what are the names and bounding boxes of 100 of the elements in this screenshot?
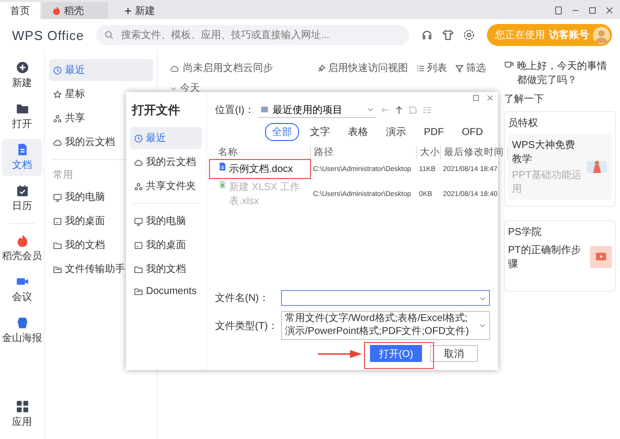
rail-item[interactable]: 新建	[2, 57, 42, 94]
close-icon	[486, 94, 494, 102]
section-heading: 常用	[52, 168, 74, 183]
promo-headline: WPS大神免费教学	[512, 138, 576, 166]
location-label: 位置(I)：	[215, 104, 254, 117]
document-icon	[218, 162, 227, 171]
search-field[interactable]: 搜索文件、模板、应用、技巧或直接输入网址...	[96, 25, 409, 45]
headset-icon	[421, 29, 433, 41]
rail-item[interactable]: 金山海报	[2, 312, 42, 349]
chevron-down-icon	[170, 84, 177, 92]
folder-icon	[134, 264, 143, 274]
tab[interactable]: 首页	[0, 2, 40, 19]
flame-icon	[52, 6, 61, 15]
maximize-icon	[588, 6, 597, 15]
people-icon	[134, 182, 143, 190]
filter-tab[interactable]: PDF	[416, 123, 451, 141]
shirt-icon	[442, 29, 454, 41]
monitor-icon	[134, 216, 143, 226]
folder-icon	[53, 264, 62, 274]
rail-item[interactable]: 稻壳会员	[2, 230, 42, 267]
up-arrow-icon	[394, 105, 404, 115]
open-button[interactable]: 打开(O)	[370, 345, 422, 362]
folder-icon	[16, 102, 28, 115]
rail-item[interactable]: 文档	[2, 139, 42, 176]
place-item[interactable]: 我的云文档	[130, 151, 202, 173]
rail-item[interactable]: 打开	[2, 98, 42, 135]
cup-icon	[504, 59, 514, 69]
chevron-down-icon	[479, 322, 486, 329]
desktop-icon	[53, 216, 62, 226]
place-item[interactable]: Documents	[130, 282, 202, 301]
place-item[interactable]: 最近	[130, 127, 202, 149]
monitor-icon	[53, 192, 62, 202]
filter-tab[interactable]: 文字	[302, 123, 337, 141]
cloud-icon	[53, 138, 62, 146]
pin-icon	[317, 64, 326, 72]
rail-item[interactable]: 会议	[2, 271, 42, 308]
list-view-button[interactable]: 列表	[414, 61, 449, 75]
avatar-icon	[593, 26, 610, 44]
new-tab-button[interactable]: 新建	[114, 2, 165, 19]
column-header[interactable]: 最后修改时间	[441, 146, 508, 159]
flame-icon	[16, 234, 28, 247]
filter-tab[interactable]: 全部	[264, 123, 299, 141]
plus-icon	[124, 6, 132, 14]
chevron-down-icon	[367, 106, 374, 113]
cloud-icon	[170, 64, 179, 72]
list-icon	[416, 64, 425, 72]
document-icon	[16, 143, 28, 156]
filter-tab[interactable]: OFD	[454, 123, 490, 141]
file-name-label: 文件名(N)：	[215, 292, 270, 305]
recent-folder-icon	[260, 105, 270, 114]
plus-circle-icon	[16, 61, 28, 74]
view-icon	[422, 105, 432, 115]
tablet-icon	[554, 6, 563, 15]
place-item[interactable]: 共享文件夹	[130, 175, 202, 197]
filter-icon	[455, 64, 464, 72]
tab[interactable]: 稻壳	[42, 2, 108, 19]
file-name[interactable]: 示例文档.docx	[215, 161, 311, 177]
clock-icon	[134, 134, 143, 142]
spreadsheet-icon	[218, 180, 227, 189]
search-icon	[104, 30, 114, 40]
group-heading: 今天	[180, 82, 200, 95]
filter-button[interactable]: 筛选	[453, 61, 488, 75]
column-header[interactable]: 大小	[417, 146, 441, 159]
cancel-button[interactable]: 取消	[430, 345, 478, 362]
place-item[interactable]: 我的电脑	[130, 210, 202, 232]
promo-subtitle: PPT基础功能运用	[512, 168, 582, 196]
grid-icon	[16, 400, 28, 413]
maximize-icon	[472, 94, 480, 102]
file-type-dropdown[interactable]: 常用文件(文字/Word格式;表格/Excel格式;演示/PowerPoint格式;PDF文件;OFD文件)	[281, 311, 490, 340]
nav-item[interactable]: 最近	[49, 59, 153, 81]
settings-icon	[463, 29, 475, 41]
apps-button[interactable]: 应用	[2, 396, 42, 433]
dialog-title: 打开文件	[130, 102, 181, 119]
sync-notice: 尚未启用文档云同步	[183, 62, 273, 75]
new-folder-icon	[408, 105, 418, 115]
cloud-icon	[134, 158, 143, 166]
star-icon	[53, 90, 62, 98]
clock-icon	[53, 66, 62, 74]
file-type-label: 文件类型(T)：	[215, 320, 277, 332]
place-item[interactable]: 我的桌面	[130, 234, 202, 256]
place-item[interactable]: 我的文档	[130, 258, 202, 280]
learn-more-link[interactable]: 了解一下	[504, 92, 616, 106]
close-icon	[605, 6, 614, 15]
desktop-icon	[134, 240, 143, 250]
pointer-arrow	[318, 350, 362, 358]
nav-item[interactable]: 星标	[49, 83, 153, 105]
calendar-icon	[16, 184, 28, 197]
greeting: 晚上好，今天的事情都做完了吗？	[517, 60, 608, 87]
course-title: PT的正确制作步骤	[508, 244, 582, 271]
file-name-field[interactable]	[281, 290, 490, 306]
folder-icon	[134, 287, 143, 296]
quick-access-button[interactable]: 启用快速访问视图	[315, 61, 410, 75]
card-title: PS学院	[508, 226, 542, 239]
filter-tab[interactable]: 表格	[340, 123, 375, 141]
location-dropdown[interactable]: 最近使用的项目	[258, 102, 376, 118]
column-header[interactable]: 路径	[311, 146, 417, 159]
card-title: 员特权	[508, 116, 539, 130]
column-header[interactable]: 名称	[215, 146, 311, 159]
filter-tab[interactable]: 演示	[378, 123, 413, 141]
rail-item[interactable]: 日历	[2, 180, 42, 217]
